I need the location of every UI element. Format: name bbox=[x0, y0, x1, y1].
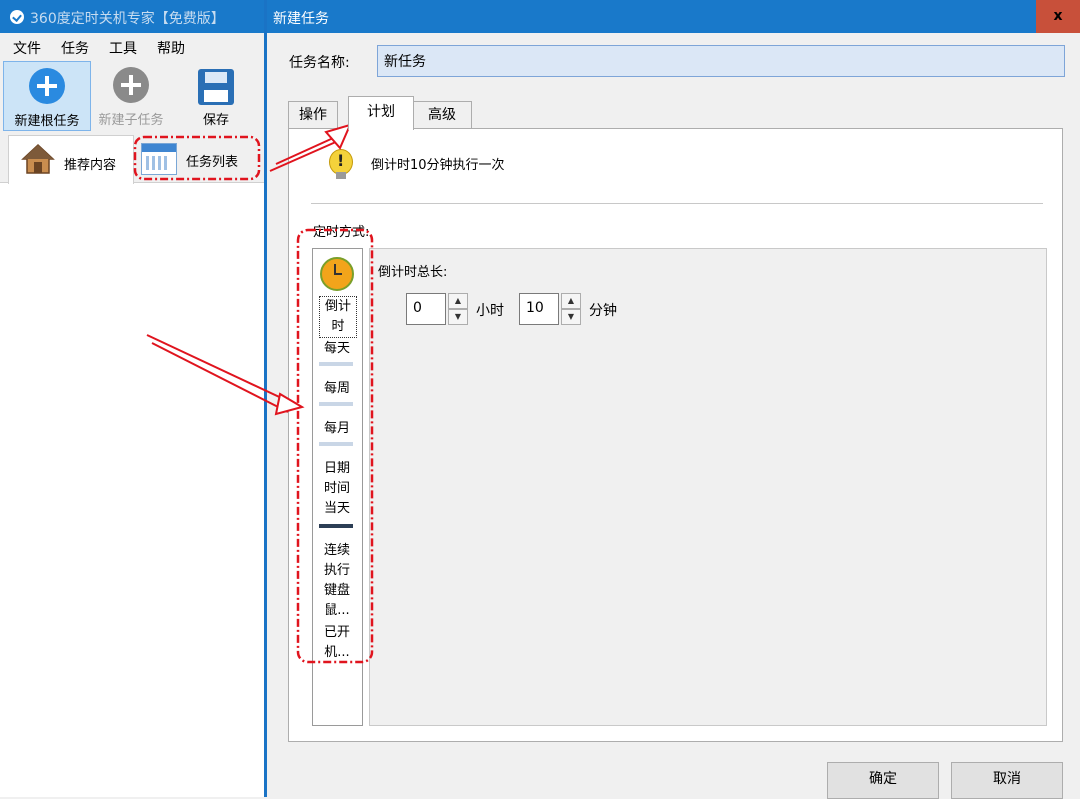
dialog-titlebar: 新建任务 x bbox=[267, 0, 1080, 33]
new-root-task-button[interactable]: 新建根任务 bbox=[3, 61, 91, 131]
mode-datetime[interactable]: 日期 时间 bbox=[319, 459, 355, 499]
tab-recommend-label: 推荐内容 bbox=[64, 158, 117, 173]
tab-operation[interactable]: 操作 bbox=[288, 101, 338, 130]
hours-unit: 小时 bbox=[476, 303, 504, 319]
tab-advanced[interactable]: 高级 bbox=[412, 101, 472, 130]
save-label: 保存 bbox=[202, 113, 229, 128]
save-button[interactable]: 保存 bbox=[176, 61, 256, 129]
toolbar: 新建根任务 新建子任务 保存 bbox=[0, 59, 266, 131]
mode-icon-strip bbox=[319, 442, 353, 446]
mode-label: 定时方式: bbox=[313, 225, 370, 240]
mode-icon-strip bbox=[319, 524, 353, 528]
mode-icon-strip bbox=[319, 402, 353, 406]
cancel-button[interactable]: 取消 bbox=[951, 762, 1063, 799]
close-button[interactable]: x bbox=[1036, 0, 1080, 33]
mode-weekly[interactable]: 每周 bbox=[319, 379, 355, 399]
menu-tools[interactable]: 工具 bbox=[109, 38, 137, 58]
hours-input[interactable]: 0 bbox=[406, 293, 446, 325]
lightbulb-base bbox=[336, 172, 346, 179]
app-logo-icon bbox=[10, 10, 24, 24]
schedule-mode-list[interactable]: 倒计 时 每天 每周 每月 日期 时间 当天 连续 执行 键盘 鼠... 已开 … bbox=[312, 248, 363, 726]
plus-circle-icon bbox=[113, 67, 149, 103]
task-name-input[interactable]: 新任务 bbox=[377, 45, 1065, 77]
plan-tab-panel: 倒计时10分钟执行一次 定时方式: 倒计 时 每天 每周 每月 日期 时间 当天… bbox=[288, 128, 1063, 742]
tab-recommend[interactable]: 推荐内容 bbox=[8, 135, 134, 184]
mode-after-boot[interactable]: 已开 机... bbox=[319, 623, 355, 663]
hours-spin-up-icon[interactable]: ▲ bbox=[448, 293, 468, 309]
plus-circle-icon bbox=[29, 68, 65, 104]
separator bbox=[311, 203, 1043, 204]
ok-button[interactable]: 确定 bbox=[827, 762, 939, 799]
menu-file[interactable]: 文件 bbox=[13, 38, 41, 58]
new-root-task-label: 新建根任务 bbox=[14, 114, 80, 129]
tab-task-list[interactable]: 任务列表 bbox=[134, 137, 260, 181]
app-titlebar: 360度定时关机专家【免费版】 bbox=[0, 0, 266, 33]
mode-keyboard-mouse[interactable]: 键盘 鼠... bbox=[319, 581, 355, 621]
left-tabstrip: 推荐内容 任务列表 bbox=[0, 131, 266, 184]
countdown-total-label: 倒计时总长: bbox=[378, 265, 448, 280]
mode-icon-strip bbox=[319, 362, 353, 366]
calendar-icon bbox=[141, 143, 177, 175]
mode-countdown[interactable]: 倒计 时 bbox=[319, 296, 357, 338]
menubar: 文件 任务 工具 帮助 bbox=[0, 33, 266, 59]
new-task-dialog: 新建任务 x 任务名称: 新任务 操作 计划 高级 倒计时10分钟执行一次 定时… bbox=[267, 0, 1080, 799]
mode-same-day[interactable]: 当天 bbox=[319, 499, 355, 519]
main-app-window: 360度定时关机专家【免费版】 文件 任务 工具 帮助 新建根任务 新建子任务 … bbox=[0, 0, 266, 797]
minutes-spin-down-icon[interactable]: ▼ bbox=[561, 309, 581, 325]
minutes-spin-up-icon[interactable]: ▲ bbox=[561, 293, 581, 309]
tab-task-list-label: 任务列表 bbox=[186, 155, 239, 170]
schedule-summary: 倒计时10分钟执行一次 bbox=[371, 158, 505, 173]
new-child-task-label: 新建子任务 bbox=[98, 113, 164, 128]
house-icon bbox=[21, 143, 55, 174]
minutes-input[interactable]: 10 bbox=[519, 293, 559, 325]
dialog-title: 新建任务 bbox=[273, 11, 329, 27]
alarm-clock-icon bbox=[320, 257, 354, 291]
mode-continuous[interactable]: 连续 执行 bbox=[319, 541, 355, 581]
minutes-unit: 分钟 bbox=[589, 303, 617, 319]
tab-plan[interactable]: 计划 bbox=[348, 96, 414, 130]
mode-monthly[interactable]: 每月 bbox=[319, 419, 355, 439]
task-name-label: 任务名称: bbox=[289, 55, 350, 71]
new-child-task-button[interactable]: 新建子任务 bbox=[91, 61, 171, 129]
floppy-disk-icon bbox=[198, 69, 234, 105]
menu-task[interactable]: 任务 bbox=[61, 38, 89, 58]
hours-spin-down-icon[interactable]: ▼ bbox=[448, 309, 468, 325]
mode-daily[interactable]: 每天 bbox=[319, 339, 355, 359]
menu-help[interactable]: 帮助 bbox=[157, 38, 185, 58]
app-title: 360度定时关机专家【免费版】 bbox=[30, 11, 225, 27]
countdown-settings-panel: 倒计时总长: 0 ▲ ▼ 小时 10 ▲ ▼ 分钟 bbox=[369, 248, 1047, 726]
